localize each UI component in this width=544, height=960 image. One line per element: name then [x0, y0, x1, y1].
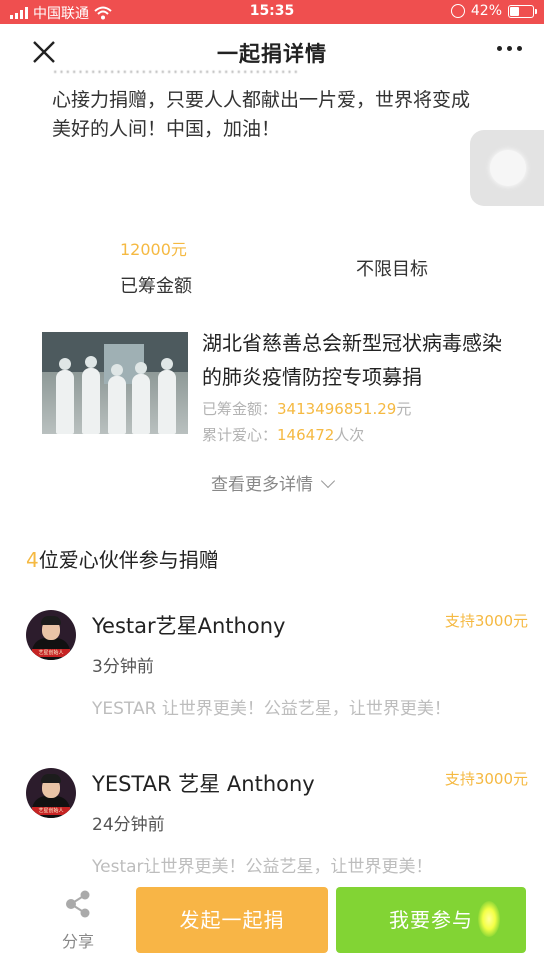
avatar[interactable]: 艺星创始人	[26, 768, 76, 818]
donor-message: Yestar让世界更美！公益艺星，让世界更美！	[92, 857, 433, 877]
project-raised-value: 3413496851.29	[277, 400, 397, 418]
avatar[interactable]: 艺星创始人	[26, 610, 76, 660]
floating-assistive-button[interactable]	[470, 130, 544, 206]
bottom-action-bar: 分享 发起一起捐 我要参与	[0, 880, 544, 960]
target-label: 不限目标	[356, 259, 428, 280]
avatar-tag: 艺星创始人	[32, 807, 70, 815]
donor-name: Yestar艺星Anthony	[92, 614, 286, 638]
rotation-lock-icon	[450, 4, 465, 18]
donor-name: YESTAR 艺星 Anthony	[92, 772, 315, 796]
intro-faded-line: …………………………………	[52, 62, 299, 78]
project-raised-unit: 元	[396, 400, 412, 418]
battery-percent: 42%	[470, 3, 502, 19]
partners-heading-text: 位爱心伙伴参与捐赠	[38, 548, 219, 572]
donor-time: 24分钟前	[92, 815, 165, 835]
status-bar: 中国联通 15:35 42%	[0, 0, 544, 24]
donor-support-amount: 支持3000元	[444, 612, 528, 630]
project-love: 累计爱心：146472人次	[202, 424, 364, 445]
app-screen: 中国联通 15:35 42% 一起捐详情 ………………………………… 心接力捐赠…	[0, 0, 544, 960]
intro-line-1: 心接力捐赠，只要人人都献出一片爱，世界将变成	[52, 89, 471, 111]
project-love-unit: 人次	[334, 426, 365, 444]
intro-line-2: 美好的人间！中国，加油！	[52, 118, 281, 140]
raised-amount-label: 已筹金额	[120, 276, 192, 297]
intro-text: ………………………………… 心接力捐赠，只要人人都献出一片爱，世界将变成 美好的…	[52, 62, 502, 144]
share-label: 分享	[61, 932, 94, 951]
status-right: 42%	[450, 3, 537, 19]
more-details-link[interactable]: 查看更多详情	[0, 470, 544, 495]
join-button[interactable]: 我要参与	[336, 887, 526, 953]
project-raised: 已筹金额：3413496851.29元	[202, 398, 411, 419]
project-raised-label: 已筹金额：	[202, 400, 278, 418]
chevron-down-icon	[320, 473, 336, 489]
more-details-label: 查看更多详情	[211, 475, 313, 495]
join-button-label: 我要参与	[389, 908, 473, 932]
list-item: 艺星创始人 Yestar艺星Anthony 支持3000元 3分钟前 YESTA…	[0, 598, 544, 748]
project-love-label: 累计爱心：	[202, 426, 278, 444]
partners-heading: 4位爱心伙伴参与捐赠	[26, 544, 219, 573]
avatar-tag: 艺星创始人	[32, 649, 70, 657]
share-icon	[66, 890, 90, 918]
partners-count: 4	[26, 548, 39, 572]
share-button[interactable]: 分享	[48, 890, 108, 952]
start-group-donation-button[interactable]: 发起一起捐	[136, 887, 328, 953]
touch-highlight	[478, 901, 500, 937]
project-title[interactable]: 湖北省慈善总会新型冠状病毒感染的肺炎疫情防控专项募捐	[202, 326, 502, 394]
more-icon[interactable]	[497, 46, 522, 51]
project-love-value: 146472	[277, 426, 335, 444]
raised-amount: 12000元	[120, 240, 187, 259]
battery-icon	[508, 4, 537, 18]
donor-support-amount: 支持3000元	[444, 770, 528, 788]
project-image[interactable]	[42, 332, 188, 434]
donor-time: 3分钟前	[92, 657, 154, 677]
donor-message: YESTAR 让世界更美！公益艺星，让世界更美！	[92, 699, 451, 719]
